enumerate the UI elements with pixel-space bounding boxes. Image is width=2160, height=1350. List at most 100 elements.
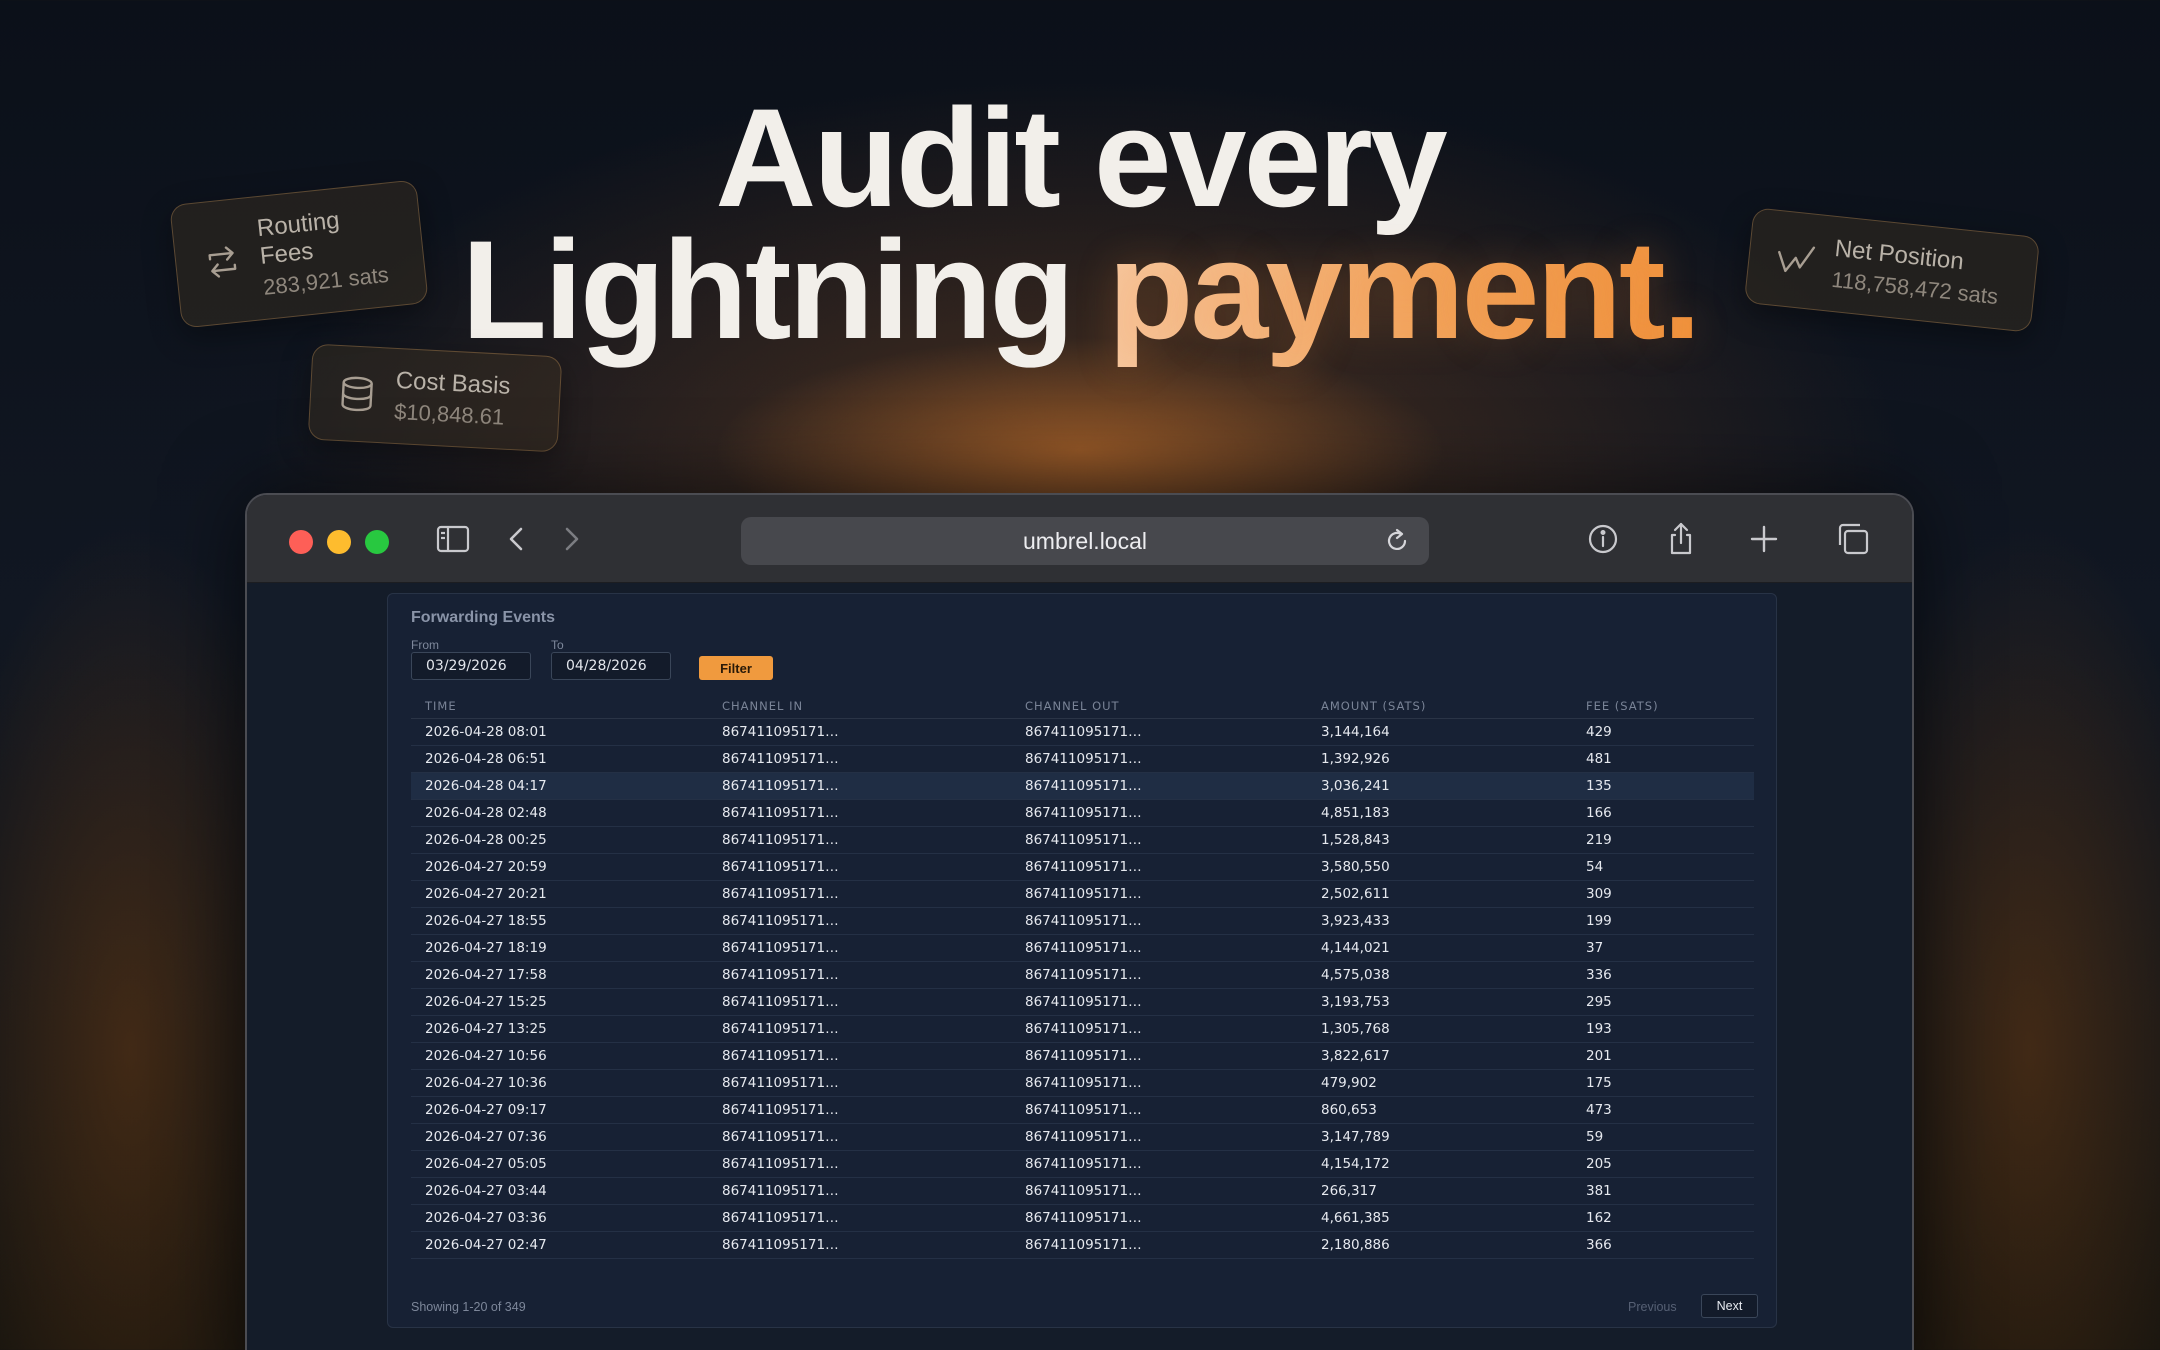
previous-page-button[interactable]: Previous	[1628, 1300, 1677, 1314]
panel-title: Forwarding Events	[411, 609, 556, 626]
forward-icon[interactable]	[551, 519, 591, 559]
address-bar[interactable]: umbrel.local	[741, 517, 1429, 565]
cell-channel-out: 867411095171…	[1011, 880, 1307, 908]
cell-time: 2026-04-27 07:36	[411, 1123, 708, 1151]
cell-channel-out: 867411095171…	[1011, 826, 1307, 854]
pagination-summary: Showing 1-20 of 349	[411, 1300, 526, 1314]
cell-channel-in: 867411095171…	[708, 880, 1011, 908]
cell-channel-out: 867411095171…	[1011, 1204, 1307, 1232]
cell-channel-out: 867411095171…	[1011, 1123, 1307, 1151]
table-row[interactable]: 2026-04-27 17:58 867411095171… 86741109517…	[411, 961, 1754, 989]
cell-amount: 4,144,021	[1307, 934, 1572, 962]
cost-basis-card: Cost Basis $10,848.61	[307, 343, 563, 453]
cell-channel-in: 867411095171…	[708, 745, 1011, 773]
cell-fee: 135	[1572, 772, 1754, 800]
cell-amount: 3,822,617	[1307, 1042, 1572, 1070]
cell-channel-in: 867411095171…	[708, 718, 1011, 746]
maximize-window-button[interactable]	[365, 530, 389, 554]
cell-amount: 3,580,550	[1307, 853, 1572, 881]
cell-time: 2026-04-28 04:17	[411, 772, 708, 800]
close-window-button[interactable]	[289, 530, 313, 554]
cell-amount: 4,851,183	[1307, 799, 1572, 827]
table-row[interactable]: 2026-04-28 00:25 867411095171… 86741109517…	[411, 826, 1754, 854]
table-row[interactable]: 2026-04-27 20:21 867411095171… 86741109517…	[411, 880, 1754, 908]
forwarding-events-panel: Forwarding Events From 03/29/2026 To 04/…	[387, 593, 1777, 1328]
cell-channel-out: 867411095171…	[1011, 1015, 1307, 1043]
column-header-channel-in[interactable]: CHANNEL IN	[708, 694, 1011, 719]
column-header-amount[interactable]: AMOUNT (SATS)	[1307, 694, 1572, 719]
from-label: From	[411, 638, 439, 652]
cell-fee: 481	[1572, 745, 1754, 773]
cell-channel-out: 867411095171…	[1011, 1096, 1307, 1124]
cell-channel-in: 867411095171…	[708, 1150, 1011, 1178]
cell-channel-in: 867411095171…	[708, 799, 1011, 827]
table-row[interactable]: 2026-04-27 03:36 867411095171… 86741109517…	[411, 1204, 1754, 1232]
filter-button[interactable]: Filter	[699, 656, 773, 680]
reload-icon[interactable]	[1383, 527, 1411, 555]
cell-amount: 4,575,038	[1307, 961, 1572, 989]
cell-amount: 2,180,886	[1307, 1231, 1572, 1259]
cell-amount: 3,144,164	[1307, 718, 1572, 746]
table-row[interactable]: 2026-04-27 18:19 867411095171… 86741109517…	[411, 934, 1754, 962]
cell-fee: 429	[1572, 718, 1754, 746]
cell-fee: 336	[1572, 961, 1754, 989]
table-row[interactable]: 2026-04-28 04:17 867411095171… 86741109517…	[411, 772, 1754, 800]
column-header-time[interactable]: TIME	[411, 694, 708, 719]
table-row[interactable]: 2026-04-27 10:56 867411095171… 86741109517…	[411, 1042, 1754, 1070]
cell-channel-in: 867411095171…	[708, 988, 1011, 1016]
minimize-window-button[interactable]	[327, 530, 351, 554]
table-header-row: TIME CHANNEL IN CHANNEL OUT AMOUNT (SATS…	[411, 694, 1754, 719]
to-date-input[interactable]: 04/28/2026	[551, 652, 671, 680]
cell-fee: 193	[1572, 1015, 1754, 1043]
table-row[interactable]: 2026-04-27 13:25 867411095171… 86741109517…	[411, 1015, 1754, 1043]
page-content: Forwarding Events From 03/29/2026 To 04/…	[247, 583, 1912, 1350]
new-tab-icon[interactable]	[1744, 519, 1784, 559]
table-row[interactable]: 2026-04-27 10:36 867411095171… 86741109517…	[411, 1069, 1754, 1097]
table-row[interactable]: 2026-04-27 09:17 867411095171… 86741109517…	[411, 1096, 1754, 1124]
sidebar-toggle-icon[interactable]	[433, 519, 473, 559]
cost-basis-title: Cost Basis	[395, 366, 512, 400]
next-page-button[interactable]: Next	[1701, 1294, 1758, 1318]
cell-fee: 201	[1572, 1042, 1754, 1070]
cell-channel-in: 867411095171…	[708, 1096, 1011, 1124]
table-row[interactable]: 2026-04-27 20:59 867411095171… 86741109517…	[411, 853, 1754, 881]
cell-channel-out: 867411095171…	[1011, 961, 1307, 989]
cell-fee: 366	[1572, 1231, 1754, 1259]
cell-amount: 3,923,433	[1307, 907, 1572, 935]
back-icon[interactable]	[497, 519, 537, 559]
table-row[interactable]: 2026-04-27 07:36 867411095171… 86741109517…	[411, 1123, 1754, 1151]
table-row[interactable]: 2026-04-28 08:01 867411095171… 86741109517…	[411, 718, 1754, 746]
cell-channel-out: 867411095171…	[1011, 745, 1307, 773]
share-icon[interactable]	[1661, 519, 1701, 559]
column-header-fee[interactable]: FEE (SATS)	[1572, 694, 1754, 719]
cell-amount: 266,317	[1307, 1177, 1572, 1205]
cell-time: 2026-04-27 10:36	[411, 1069, 708, 1097]
cell-channel-out: 867411095171…	[1011, 1150, 1307, 1178]
cell-time: 2026-04-28 08:01	[411, 718, 708, 746]
cell-time: 2026-04-28 00:25	[411, 826, 708, 854]
cell-fee: 166	[1572, 799, 1754, 827]
cell-fee: 162	[1572, 1204, 1754, 1232]
cell-channel-in: 867411095171…	[708, 826, 1011, 854]
window-controls	[289, 530, 389, 554]
from-date-input[interactable]: 03/29/2026	[411, 652, 531, 680]
tab-overview-icon[interactable]	[1833, 519, 1873, 559]
table-row[interactable]: 2026-04-27 03:44 867411095171… 86741109517…	[411, 1177, 1754, 1205]
column-header-channel-out[interactable]: CHANNEL OUT	[1011, 694, 1307, 719]
table-row[interactable]: 2026-04-27 18:55 867411095171… 86741109517…	[411, 907, 1754, 935]
cell-time: 2026-04-28 02:48	[411, 799, 708, 827]
cell-amount: 4,661,385	[1307, 1204, 1572, 1232]
table-row[interactable]: 2026-04-28 06:51 867411095171… 86741109517…	[411, 745, 1754, 773]
routing-fees-title: Routing Fees	[255, 206, 341, 271]
table-row[interactable]: 2026-04-27 02:47 867411095171… 86741109517…	[411, 1231, 1754, 1259]
info-icon[interactable]	[1583, 519, 1623, 559]
table-row[interactable]: 2026-04-27 05:05 867411095171… 86741109517…	[411, 1150, 1754, 1178]
browser-toolbar: umbrel.local	[247, 495, 1912, 583]
cell-time: 2026-04-27 15:25	[411, 988, 708, 1016]
routing-fees-card: Routing Fees 283,921 sats	[169, 179, 429, 329]
table-row[interactable]: 2026-04-27 15:25 867411095171… 86741109517…	[411, 988, 1754, 1016]
cell-fee: 199	[1572, 907, 1754, 935]
table-row[interactable]: 2026-04-28 02:48 867411095171… 86741109517…	[411, 799, 1754, 827]
cell-channel-out: 867411095171…	[1011, 772, 1307, 800]
cell-time: 2026-04-28 06:51	[411, 745, 708, 773]
